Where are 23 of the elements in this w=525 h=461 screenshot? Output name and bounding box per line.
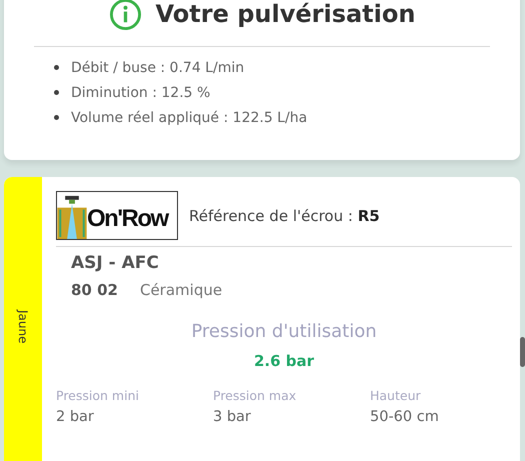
result-text: Débit / buse : 0.74 L/min (71, 60, 244, 76)
spec-label: Pression mini (56, 388, 140, 403)
card-title: Votre pulvérisation (156, 0, 416, 28)
bullet-icon (54, 65, 59, 70)
bullet-icon (54, 90, 59, 95)
spec-value: 2 bar (56, 409, 95, 425)
scrollbar-thumb[interactable] (520, 337, 525, 367)
spec-value: 50-60 cm (370, 409, 440, 425)
color-label: Jaune (16, 310, 30, 344)
info-icon (108, 0, 142, 30)
pressure-title: Pression d'utilisation (190, 321, 378, 342)
pressure-value: 2.6 bar (252, 352, 316, 370)
reference-text: Référence de l'écrou : R5 (189, 206, 380, 224)
spec-label: Hauteur (370, 388, 422, 403)
spec-label: Pression max (213, 388, 298, 403)
model-name: ASJ - AFC (71, 253, 160, 273)
material-text: Céramique (140, 281, 222, 299)
spec-value: 3 bar (213, 409, 252, 425)
brand-logo: On'Row (56, 191, 178, 240)
bullet-icon (54, 115, 59, 120)
nozzle-size: 80 02 (71, 281, 118, 299)
result-text: Diminution : 12.5 % (71, 84, 210, 100)
result-text: Volume réel appliqué : 122.5 L/ha (71, 110, 308, 126)
